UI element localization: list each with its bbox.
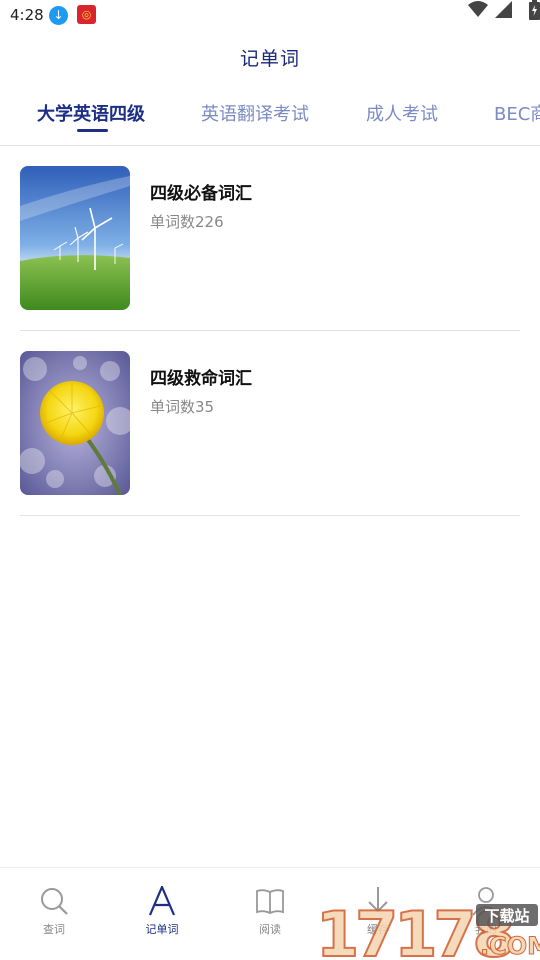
nav-label: 查词 — [43, 923, 65, 936]
letter-a-icon — [148, 886, 176, 916]
watermark-logo: 17178 下载站 .COM — [315, 896, 540, 960]
vocab-list-item[interactable]: 四级必备词汇 单词数226 — [20, 166, 520, 331]
vocab-word-count: 单词数35 — [150, 398, 215, 416]
dandelion-flower-image — [20, 351, 130, 495]
signal-icon — [495, 1, 512, 18]
tab-adult-exam[interactable]: 成人考试 — [366, 100, 438, 126]
vocab-word-count: 单词数226 — [150, 213, 224, 231]
tab-cet4[interactable]: 大学英语四级 — [37, 100, 145, 126]
nav-label: 记单词 — [145, 923, 179, 936]
search-icon — [41, 888, 68, 915]
active-tab-indicator — [77, 129, 108, 132]
vocab-title: 四级必备词汇 — [150, 184, 252, 204]
battery-icon — [529, 0, 540, 20]
download-circle-icon: ↓ — [49, 6, 68, 25]
watermark-suffix: .COM — [480, 932, 540, 960]
book-icon — [256, 889, 284, 914]
wind-turbines-image — [20, 166, 130, 310]
screen: 4:28 ↓ ◎ 记单词 大学英语四级 英语翻译考试 成人考试 BEC商 — [0, 0, 540, 960]
red-app-icon: ◎ — [77, 5, 96, 24]
wifi-icon — [468, 1, 488, 17]
tab-bec[interactable]: BEC商 — [494, 100, 540, 126]
vocab-list-item[interactable]: 四级救命词汇 单词数35 — [20, 351, 520, 516]
category-tab-bar: 大学英语四级 英语翻译考试 成人考试 BEC商 — [0, 88, 540, 146]
nav-search[interactable]: 查词 — [0, 868, 108, 960]
nav-reading[interactable]: 阅读 — [216, 868, 324, 960]
status-time: 4:28 — [10, 6, 44, 24]
watermark-sub: 下载站 — [484, 907, 529, 925]
nav-vocabulary[interactable]: 记单词 — [108, 868, 216, 960]
tab-translation-exam[interactable]: 英语翻译考试 — [201, 100, 309, 126]
nav-label: 阅读 — [259, 923, 281, 936]
page-title: 记单词 — [239, 48, 300, 70]
status-bar: 4:28 ↓ ◎ — [0, 0, 540, 32]
vocab-title: 四级救命词汇 — [150, 369, 252, 389]
